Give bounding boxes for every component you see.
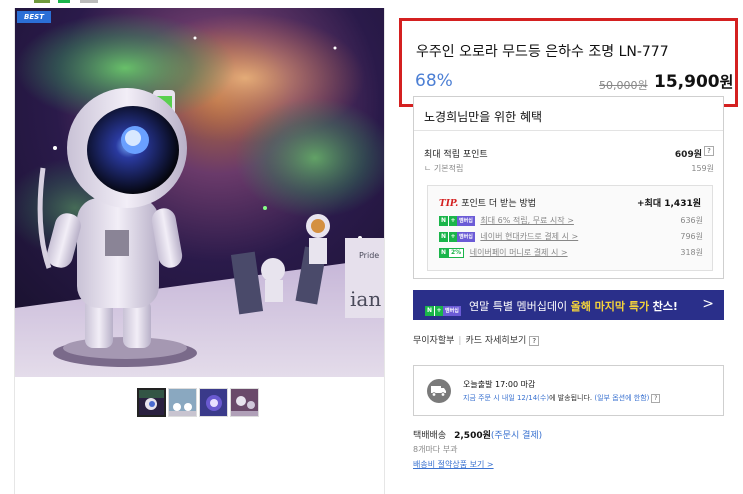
help-icon[interactable]: ? <box>704 146 714 156</box>
tip-row-card[interactable]: N + 멤버십 네이버 현대카드로 결제 시 > 796원 <box>439 231 703 243</box>
max-points-row: 최대 적립 포인트 609원 ? <box>424 146 714 160</box>
tip-mark: TIP. <box>439 199 459 209</box>
thumbnail[interactable] <box>168 388 197 417</box>
box-text-label: Pride <box>359 251 379 260</box>
product-main-image[interactable]: BEST ian Pride <box>15 8 384 377</box>
benefit-panel: 노경희님만을 위한 혜택 최대 적립 포인트 609원 ? ㄴ 기본적립 159… <box>413 96 724 279</box>
tip-row-text[interactable]: 네이버 현대카드로 결제 시 > <box>480 232 578 241</box>
today-dispatch-box: 오늘출발 17:00 마감 지금 주문 시 내일 12/14(수)에 발송됩니다… <box>413 365 724 416</box>
original-price: 50,000원 <box>599 79 648 92</box>
thumbnail[interactable] <box>137 388 166 417</box>
tip-max-points: +최대 1,431원 <box>637 199 701 209</box>
banner-text-highlight: 올해 마지막 특가 <box>570 300 650 313</box>
shipping-savings-link[interactable]: 배송비 절약상품 보기 > <box>413 459 494 470</box>
top-strip-tab[interactable] <box>34 0 50 3</box>
tip-row-membership[interactable]: N + 멤버십 최대 6% 적립, 무료 시작 > 636원 <box>439 215 703 227</box>
benefit-title: 노경희님만을 위한 혜택 <box>424 110 543 124</box>
tip-row-value: 318원 <box>680 248 703 257</box>
tip-heading-text: 포인트 더 받는 방법 <box>461 199 537 209</box>
dispatch-note: (일부 옵션에 한함) <box>594 394 650 402</box>
top-strip-tab[interactable] <box>80 0 98 3</box>
dispatch-subtitle: 지금 주문 시 내일 12/14(수)에 발송됩니다. (일부 옵션에 한함)? <box>463 393 661 403</box>
installment-label: 무이자할부 <box>413 336 455 346</box>
shipping-amount: 2,500원 <box>454 431 491 441</box>
product-title: 우주인 오로라 무드등 은하수 조명 LN-777 <box>416 44 669 60</box>
help-icon[interactable]: ? <box>529 336 540 346</box>
thumbnail[interactable] <box>199 388 228 417</box>
thumbnail[interactable] <box>230 388 259 417</box>
dispatch-text: 에 발송됩니다. <box>549 394 593 402</box>
help-icon[interactable]: ? <box>651 394 661 403</box>
title-price-highlight: 우주인 오로라 무드등 은하수 조명 LN-777 68% 50,000원 15… <box>399 18 738 107</box>
product-info: 우주인 오로라 무드등 은하수 조명 LN-777 68% 50,000원 15… <box>399 8 743 494</box>
box-text-watermark: ian <box>350 287 381 311</box>
best-badge: BEST <box>17 11 51 23</box>
thumbnail-strip <box>137 388 259 418</box>
shipping-condition: (주문시 결제) <box>490 431 543 441</box>
naverpay-2pct-badge: N 2% <box>439 247 465 258</box>
sale-price: 15,900원 <box>654 71 733 92</box>
top-strip <box>0 0 743 8</box>
product-gallery: BEST ian Pride <box>14 8 385 494</box>
banner-text: 연말 특별 멤버십데이 올해 마지막 특가 찬스! <box>469 298 678 314</box>
membership-day-banner[interactable]: N + 멤버십 연말 특별 멤버십데이 올해 마지막 특가 찬스! > <box>413 290 724 320</box>
shipping-row: 택배배송 2,500원(주문시 결제) <box>413 428 542 441</box>
tip-row-value: 796원 <box>680 232 703 241</box>
installment-row: 무이자할부 | 카드 자세히보기? <box>413 333 540 346</box>
separator: | <box>458 336 462 346</box>
banner-text-prefix: 연말 특별 멤버십데이 <box>469 300 568 313</box>
tip-row-naverpay[interactable]: N 2% 네이버페이 머니로 결제 시 > 318원 <box>439 247 703 259</box>
tip-row-value: 636원 <box>680 216 703 225</box>
naver-plus-membership-badge: N + 멤버십 <box>425 305 461 316</box>
base-points-row: ㄴ 기본적립 159원 <box>424 163 714 174</box>
sale-price-unit: 원 <box>719 73 734 91</box>
base-points-value: 159원 <box>691 164 714 173</box>
truck-icon <box>427 379 451 403</box>
max-points-label: 최대 적립 포인트 <box>424 150 488 160</box>
naver-plus-membership-badge: N + 멤버십 <box>439 215 475 226</box>
discount-rate: 68% <box>415 71 453 91</box>
card-detail-link[interactable]: 카드 자세히보기 <box>465 336 526 346</box>
naver-plus-membership-badge: N + 멤버십 <box>439 231 475 242</box>
astronaut-projector-illustration: ian Pride <box>15 8 384 377</box>
shipping-note: 8개마다 부과 <box>413 445 458 454</box>
tip-row-text[interactable]: 네이버페이 머니로 결제 시 > <box>470 248 568 257</box>
base-points-label: ㄴ 기본적립 <box>424 164 464 173</box>
sale-price-value: 15,900 <box>654 72 720 92</box>
chevron-right-icon: > <box>702 296 714 312</box>
tip-row-text[interactable]: 최대 6% 적립, 무료 시작 > <box>480 216 574 225</box>
tip-box: TIP. 포인트 더 받는 방법 +최대 1,431원 N + 멤버십 최대 6% … <box>427 185 713 271</box>
divider <box>414 130 723 131</box>
banner-text-suffix: 찬스! <box>652 300 678 313</box>
dispatch-date: 지금 주문 시 내일 12/14(수) <box>463 394 550 402</box>
shipping-label: 택배배송 <box>413 431 447 441</box>
max-points-value: 609원 <box>674 150 702 160</box>
top-strip-tab[interactable] <box>58 0 70 3</box>
tip-heading: TIP. 포인트 더 받는 방법 <box>439 196 536 209</box>
dispatch-title: 오늘출발 17:00 마감 <box>463 380 536 389</box>
